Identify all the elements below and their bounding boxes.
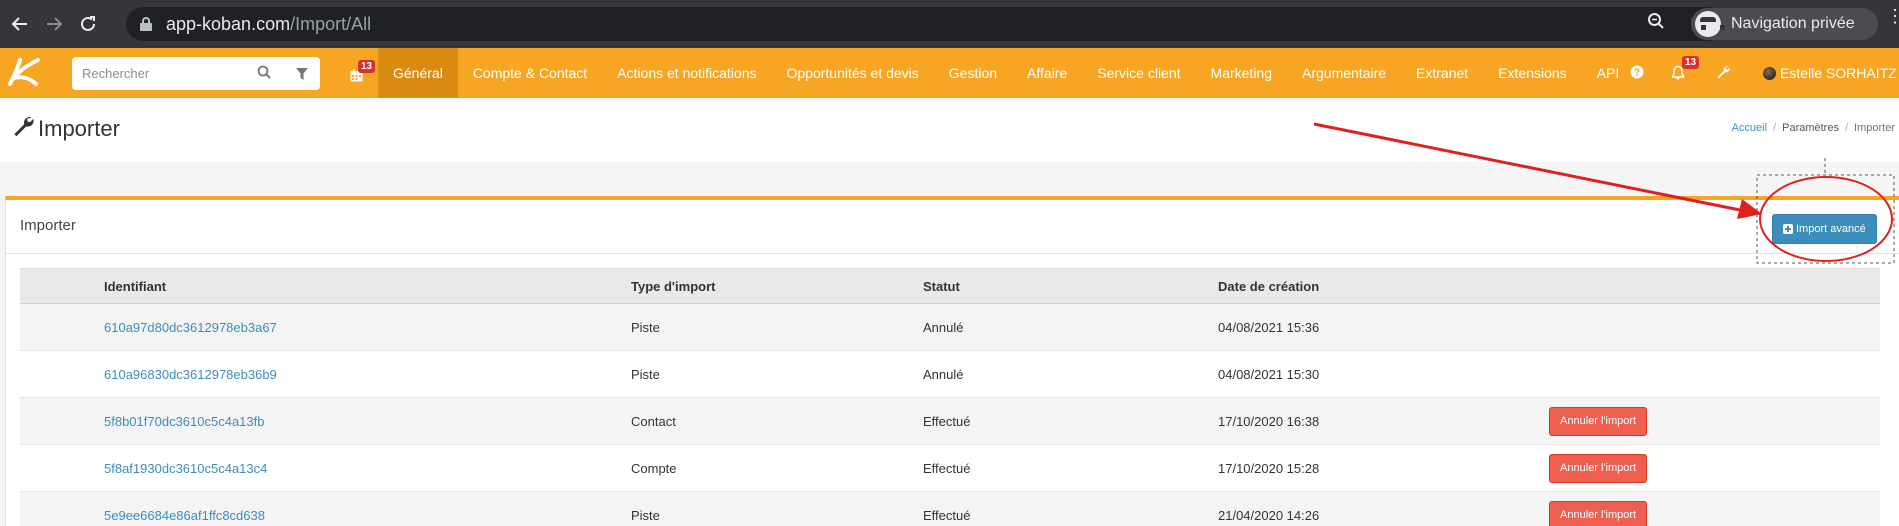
plus-square-icon <box>1783 224 1793 234</box>
page-title-text: Importer <box>38 116 120 141</box>
import-status: Effectué <box>923 507 971 523</box>
import-date: 17/10/2020 15:28 <box>1218 460 1320 476</box>
menu-service-client[interactable]: Service client <box>1082 48 1195 98</box>
import-date: 04/08/2021 15:30 <box>1218 366 1320 382</box>
panel-header: Importer Import avancé <box>6 200 1899 254</box>
help-icon[interactable]: ? <box>1630 65 1644 84</box>
import-type: Piste <box>631 507 660 523</box>
import-panel: Importer Import avancé Identifiant Type … <box>5 196 1899 526</box>
breadcrumb-home[interactable]: Accueil <box>1732 122 1767 134</box>
advanced-import-button[interactable]: Import avancé <box>1772 214 1877 244</box>
table-row: 5f8b01f70dc3610c5c4a13fb Contact Effectu… <box>20 398 1880 445</box>
imports-table: Identifiant Type d'import Statut Date de… <box>20 268 1880 526</box>
import-date: 04/08/2021 15:36 <box>1218 319 1320 335</box>
import-id-link[interactable]: 610a97d80dc3612978eb3a67 <box>104 304 277 350</box>
import-date: 21/04/2020 14:26 <box>1218 507 1320 523</box>
breadcrumb-separator: / <box>1844 122 1849 134</box>
menu-extranet[interactable]: Extranet <box>1401 48 1483 98</box>
wrench-icon[interactable] <box>1716 65 1730 84</box>
menu-api[interactable]: API <box>1582 48 1635 98</box>
column-header-date[interactable]: Date de création <box>1218 269 1319 303</box>
breadcrumb-parametres: Paramètres <box>1782 122 1839 134</box>
menu-compte-contact[interactable]: Compte & Contact <box>458 48 602 98</box>
table-row: 610a96830dc3612978eb36b9 Piste Annulé 04… <box>20 351 1880 398</box>
url-text: app-koban.com/Import/All <box>166 13 372 34</box>
app-navbar: 13 Général Compte & Contact Actions et n… <box>0 48 1899 98</box>
column-header-statut[interactable]: Statut <box>923 269 960 303</box>
breadcrumb-separator: / <box>1773 122 1777 134</box>
reload-icon[interactable] <box>74 10 102 38</box>
calendar-button[interactable]: 13 <box>348 60 378 88</box>
koban-logo[interactable] <box>4 54 44 92</box>
wrench-icon <box>12 115 38 143</box>
import-status: Annulé <box>923 366 964 382</box>
panel-title: Importer <box>20 217 76 234</box>
notification-badge: 13 <box>1682 56 1700 69</box>
svg-text:?: ? <box>1634 68 1640 79</box>
menu-extensions[interactable]: Extensions <box>1483 48 1581 98</box>
cancel-import-button[interactable]: Annuler l'import <box>1549 406 1648 436</box>
browser-toolbar: app-koban.com/Import/All Navigation priv… <box>0 0 1899 48</box>
import-date: 17/10/2020 16:38 <box>1218 413 1320 429</box>
search-field <box>72 57 320 90</box>
cancel-import-button[interactable]: Annuler l'import <box>1549 453 1648 483</box>
search-input[interactable] <box>82 57 252 90</box>
incognito-label: Navigation privée <box>1731 15 1855 32</box>
menu-gestion[interactable]: Gestion <box>934 48 1012 98</box>
advanced-import-label: Import avancé <box>1796 223 1866 235</box>
import-type: Contact <box>631 413 676 429</box>
filter-icon[interactable] <box>296 67 308 85</box>
incognito-icon <box>1695 11 1725 37</box>
page-title: Importer <box>12 115 120 143</box>
avatar <box>1763 66 1776 80</box>
forward-arrow-icon[interactable] <box>40 10 68 38</box>
column-header-type[interactable]: Type d'import <box>631 269 715 303</box>
lock-icon <box>140 17 152 31</box>
import-type: Piste <box>631 319 660 335</box>
import-type: Compte <box>631 460 677 476</box>
menu-general[interactable]: Général <box>378 48 458 98</box>
menu-argumentaire[interactable]: Argumentaire <box>1287 48 1401 98</box>
user-name: Estelle SORHAITZ <box>1780 65 1897 81</box>
import-id-link[interactable]: 5f8b01f70dc3610c5c4a13fb <box>104 398 264 444</box>
calendar-badge: 13 <box>358 60 376 73</box>
cancel-import-button[interactable]: Annuler l'import <box>1549 500 1648 526</box>
import-status: Annulé <box>923 319 964 335</box>
table-row: 610a97d80dc3612978eb3a67 Piste Annulé 04… <box>20 304 1880 351</box>
table-header: Identifiant Type d'import Statut Date de… <box>20 268 1880 304</box>
menu-marketing[interactable]: Marketing <box>1196 48 1287 98</box>
import-status: Effectué <box>923 460 971 476</box>
import-id-link[interactable]: 610a96830dc3612978eb36b9 <box>104 351 277 397</box>
table-row: 5f8af1930dc3610c5c4a13c4 Compte Effectué… <box>20 445 1880 492</box>
search-icon[interactable] <box>257 65 271 84</box>
menu-opportunites-devis[interactable]: Opportunités et devis <box>772 48 934 98</box>
import-type: Piste <box>631 366 660 382</box>
page-header: Importer Accueil / Paramètres / Importer <box>0 98 1899 162</box>
address-bar[interactable]: app-koban.com/Import/All <box>126 7 1726 41</box>
table-row: 5e9ee6684e86af1ffc8cd638 Piste Effectué … <box>20 492 1880 526</box>
breadcrumb: Accueil / Paramètres / Importer <box>1732 122 1895 134</box>
menu-affaire[interactable]: Affaire <box>1012 48 1082 98</box>
import-id-link[interactable]: 5e9ee6684e86af1ffc8cd638 <box>104 492 265 526</box>
back-arrow-icon[interactable] <box>6 10 34 38</box>
column-header-identifiant[interactable]: Identifiant <box>104 269 166 303</box>
incognito-indicator[interactable]: Navigation privée <box>1691 8 1878 40</box>
import-status: Effectué <box>923 413 971 429</box>
kebab-menu-icon[interactable]: ⋮ <box>1886 7 1899 25</box>
user-menu[interactable]: Estelle SORHAITZ <box>1763 48 1899 98</box>
main-menu: Général Compte & Contact Actions et noti… <box>378 48 1634 98</box>
import-id-link[interactable]: 5f8af1930dc3610c5c4a13c4 <box>104 445 267 491</box>
menu-actions-notifications[interactable]: Actions et notifications <box>602 48 771 98</box>
breadcrumb-current: Importer <box>1854 122 1895 134</box>
zoom-icon[interactable] <box>1647 12 1665 36</box>
